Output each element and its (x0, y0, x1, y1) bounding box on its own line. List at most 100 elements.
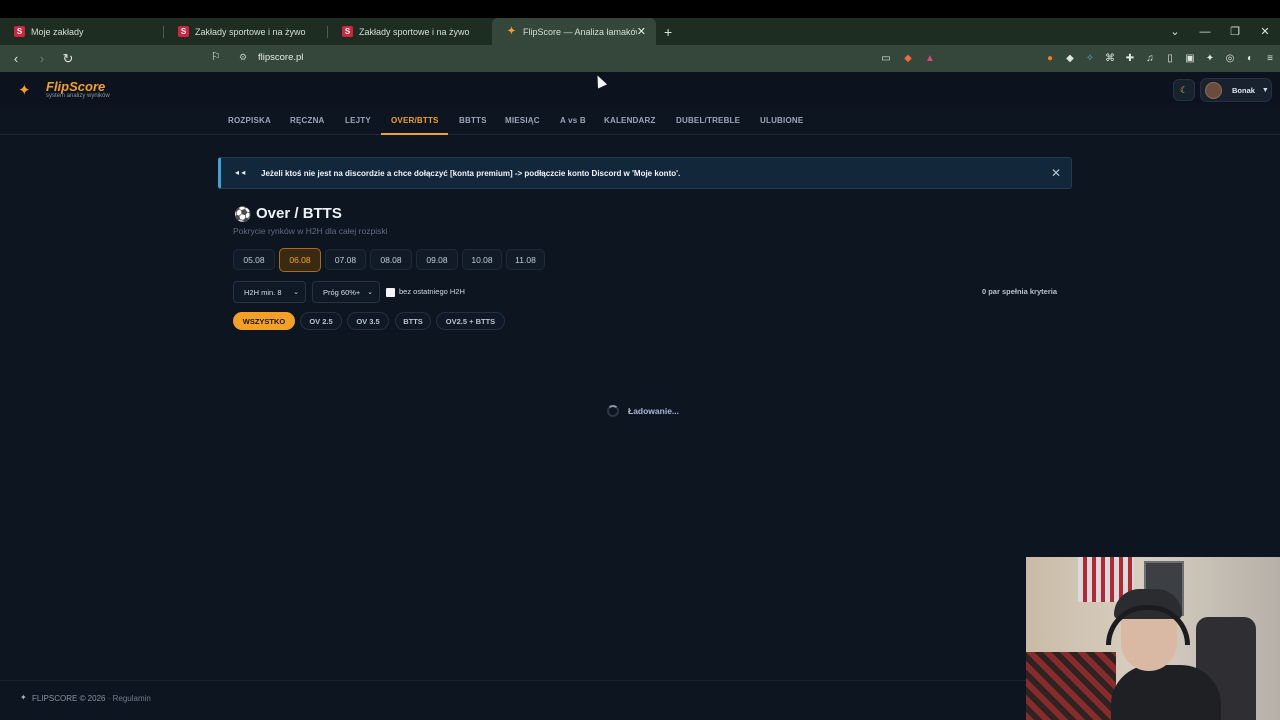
tab-search-icon[interactable]: ⌄ (1160, 25, 1190, 38)
extension-1-icon[interactable]: ● (1040, 53, 1060, 64)
moon-icon: ☾ (1179, 84, 1189, 95)
back-icon[interactable]: ‹ (6, 51, 26, 66)
flipscore-logo-icon[interactable]: ✦ (18, 81, 40, 99)
main-navigation: ROZPISKA RĘCZNA LEJTY OVER/BTTS BBTTS MI… (0, 107, 1280, 135)
wallet-icon[interactable]: ▣ (1180, 53, 1200, 64)
threshold-select[interactable]: Próg 60%+ ⌄ (312, 281, 380, 303)
webcam-blanket (1026, 652, 1116, 720)
h2h-min-value: H2H min. 8 (244, 287, 282, 297)
profile-icon[interactable]: ◐ (1240, 53, 1260, 64)
h2h-min-select[interactable]: H2H min. 8 ⌄ (233, 281, 306, 303)
browser-address-bar: ‹ › ↻ ⚐ ⚙ flipscore.pl ▭ ◆ ▲ ● ◆ ✧ ⌘ ✚ ♫… (0, 45, 1280, 72)
chevron-down-icon: ▼ (1261, 86, 1269, 94)
footer-text: FLIPSCORE © 2026 · Regulamin (32, 694, 151, 703)
extension-4-icon[interactable]: ⌘ (1100, 53, 1120, 64)
exclude-last-h2h-label[interactable]: bez ostatniego H2H (399, 287, 465, 296)
reload-icon[interactable]: ↻ (58, 51, 78, 67)
tab-title: Zakłady sportowe i na żywo (359, 26, 470, 37)
date-chip[interactable]: 10.08 (462, 249, 502, 270)
site-settings-icon[interactable]: ⚙ (239, 52, 247, 63)
active-nav-indicator (381, 133, 448, 135)
date-chip[interactable]: 07.08 (325, 249, 366, 270)
loading-text: Ładowanie... (628, 406, 680, 416)
market-filter[interactable]: OV 3.5 (347, 312, 389, 330)
sts-favicon-icon: S (14, 26, 25, 37)
nav-rozpiska[interactable]: ROZPISKA (228, 116, 271, 125)
browser-tab-3[interactable]: S Zakłady sportowe i na żywo (328, 18, 492, 45)
threshold-value: Próg 60%+ (323, 287, 361, 297)
nav-dubel-treble[interactable]: DUBEL/TREBLE (676, 116, 740, 125)
market-filter[interactable]: BTTS (395, 312, 431, 330)
extension-2-icon[interactable]: ◆ (1060, 53, 1080, 64)
terms-link[interactable]: Regulamin (113, 694, 151, 703)
page-action-icons: ▭ ◆ ▲ (878, 45, 938, 72)
media-icon[interactable]: ♫ (1140, 53, 1160, 64)
theme-toggle-button[interactable]: ☾ (1173, 79, 1195, 101)
forward-icon[interactable]: › (32, 51, 52, 66)
loading-spinner-icon (607, 405, 619, 417)
banner-text: Jeżeli ktoś nie jest na discordzie a chc… (261, 169, 681, 178)
date-chip-selected[interactable]: 06.08 (279, 248, 321, 272)
market-filter-selected[interactable]: WSZYSTKO (233, 312, 295, 330)
nav-kalendarz[interactable]: KALENDARZ (604, 116, 656, 125)
page-subtitle: Pokrycie rynków w H2H dla całej rozpiski (233, 226, 388, 236)
nav-over-btts[interactable]: OVER/BTTS (391, 116, 439, 125)
nav-lejty[interactable]: LEJTY (345, 116, 371, 125)
close-icon[interactable]: ✕ (1051, 166, 1061, 180)
nav-ulubione[interactable]: ULUBIONE (760, 116, 803, 125)
date-chip[interactable]: 11.08 (506, 249, 545, 270)
tab-title: Zakłady sportowe i na żywo (195, 26, 306, 37)
restore-icon[interactable]: ❐ (1220, 25, 1250, 38)
tab-close-icon[interactable]: ✕ (637, 25, 646, 38)
market-filter[interactable]: OV2.5 + BTTS (436, 312, 505, 330)
screen-top-bar (0, 0, 1280, 18)
avatar (1205, 81, 1222, 99)
flipscore-favicon-icon: ✦ (507, 26, 516, 37)
brave-shield-icon[interactable]: ◆ (900, 53, 916, 64)
site-header: ✦ FlipScore system analizy wyników ☾ Bon… (0, 72, 1280, 107)
logo-subtitle: system analizy wyników (46, 93, 110, 99)
url-field[interactable]: flipscore.pl (258, 52, 303, 63)
minimize-icon[interactable]: — (1190, 26, 1220, 38)
browser-tab-2[interactable]: S Zakłady sportowe i na żywo (164, 18, 328, 45)
nav-reczna[interactable]: RĘCZNA (290, 116, 325, 125)
logo-title[interactable]: FlipScore (46, 79, 105, 94)
nav-a-vs-b[interactable]: A vs B (560, 116, 586, 125)
extension-3-icon[interactable]: ✧ (1080, 53, 1100, 64)
nav-bbtts[interactable]: BBTTS (459, 116, 487, 125)
window-controls: ⌄ — ❐ ✕ (1160, 18, 1280, 45)
flipscore-footer-icon: ✦ (20, 693, 27, 702)
webcam-overlay (1026, 557, 1280, 720)
bookmark-icon[interactable]: ⚐ (211, 50, 221, 63)
nav-miesiac[interactable]: MIESIĄC (505, 116, 540, 125)
extensions-puzzle-icon[interactable]: ✚ (1120, 53, 1140, 64)
extension-icons: ● ◆ ✧ ⌘ ✚ ♫ ▯ ▣ ✦ ◎ ◐ ≡ (1040, 45, 1280, 72)
exclude-last-h2h-checkbox[interactable] (386, 288, 395, 297)
user-name: Bonak (1232, 85, 1255, 95)
date-chip[interactable]: 08.08 (370, 249, 412, 270)
sts-favicon-icon: S (342, 26, 353, 37)
date-chip[interactable]: 09.08 (416, 249, 458, 270)
announcement-banner: ◂ ◂ Jeżeli ktoś nie jest na discordzie a… (218, 157, 1072, 189)
leo-ai-icon[interactable]: ✦ (1200, 53, 1220, 64)
footer-separator: · (107, 694, 111, 703)
criteria-count: 0 par spełnia kryteria (981, 287, 1057, 296)
new-tab-button[interactable]: + (664, 24, 672, 40)
browser-tab-1[interactable]: S Moje zakłady (0, 18, 164, 45)
chevron-down-icon: ⌄ (367, 289, 373, 296)
close-window-icon[interactable]: ✕ (1250, 25, 1280, 38)
brave-rewards-icon[interactable]: ▲ (922, 53, 938, 64)
tab-title: FlipScore — Analiza łamaków p (523, 26, 637, 37)
browser-tab-4[interactable]: ✦ FlipScore — Analiza łamaków p ✕ (492, 18, 656, 45)
page-title: Over / BTTS (256, 205, 342, 222)
date-chip[interactable]: 05.08 (233, 249, 275, 270)
cast-icon[interactable]: ▭ (878, 53, 894, 64)
menu-icon[interactable]: ≡ (1260, 53, 1280, 64)
chevron-down-icon: ⌄ (293, 289, 299, 296)
market-filter[interactable]: OV 2.5 (300, 312, 342, 330)
user-menu-button[interactable]: Bonak ▼ (1200, 78, 1272, 102)
vpn-icon[interactable]: ◎ (1220, 53, 1240, 64)
sidebar-icon[interactable]: ▯ (1160, 53, 1180, 64)
webcam-person-body (1111, 665, 1221, 720)
browser-tab-strip: S Moje zakłady S Zakłady sportowe i na ż… (0, 18, 1280, 45)
